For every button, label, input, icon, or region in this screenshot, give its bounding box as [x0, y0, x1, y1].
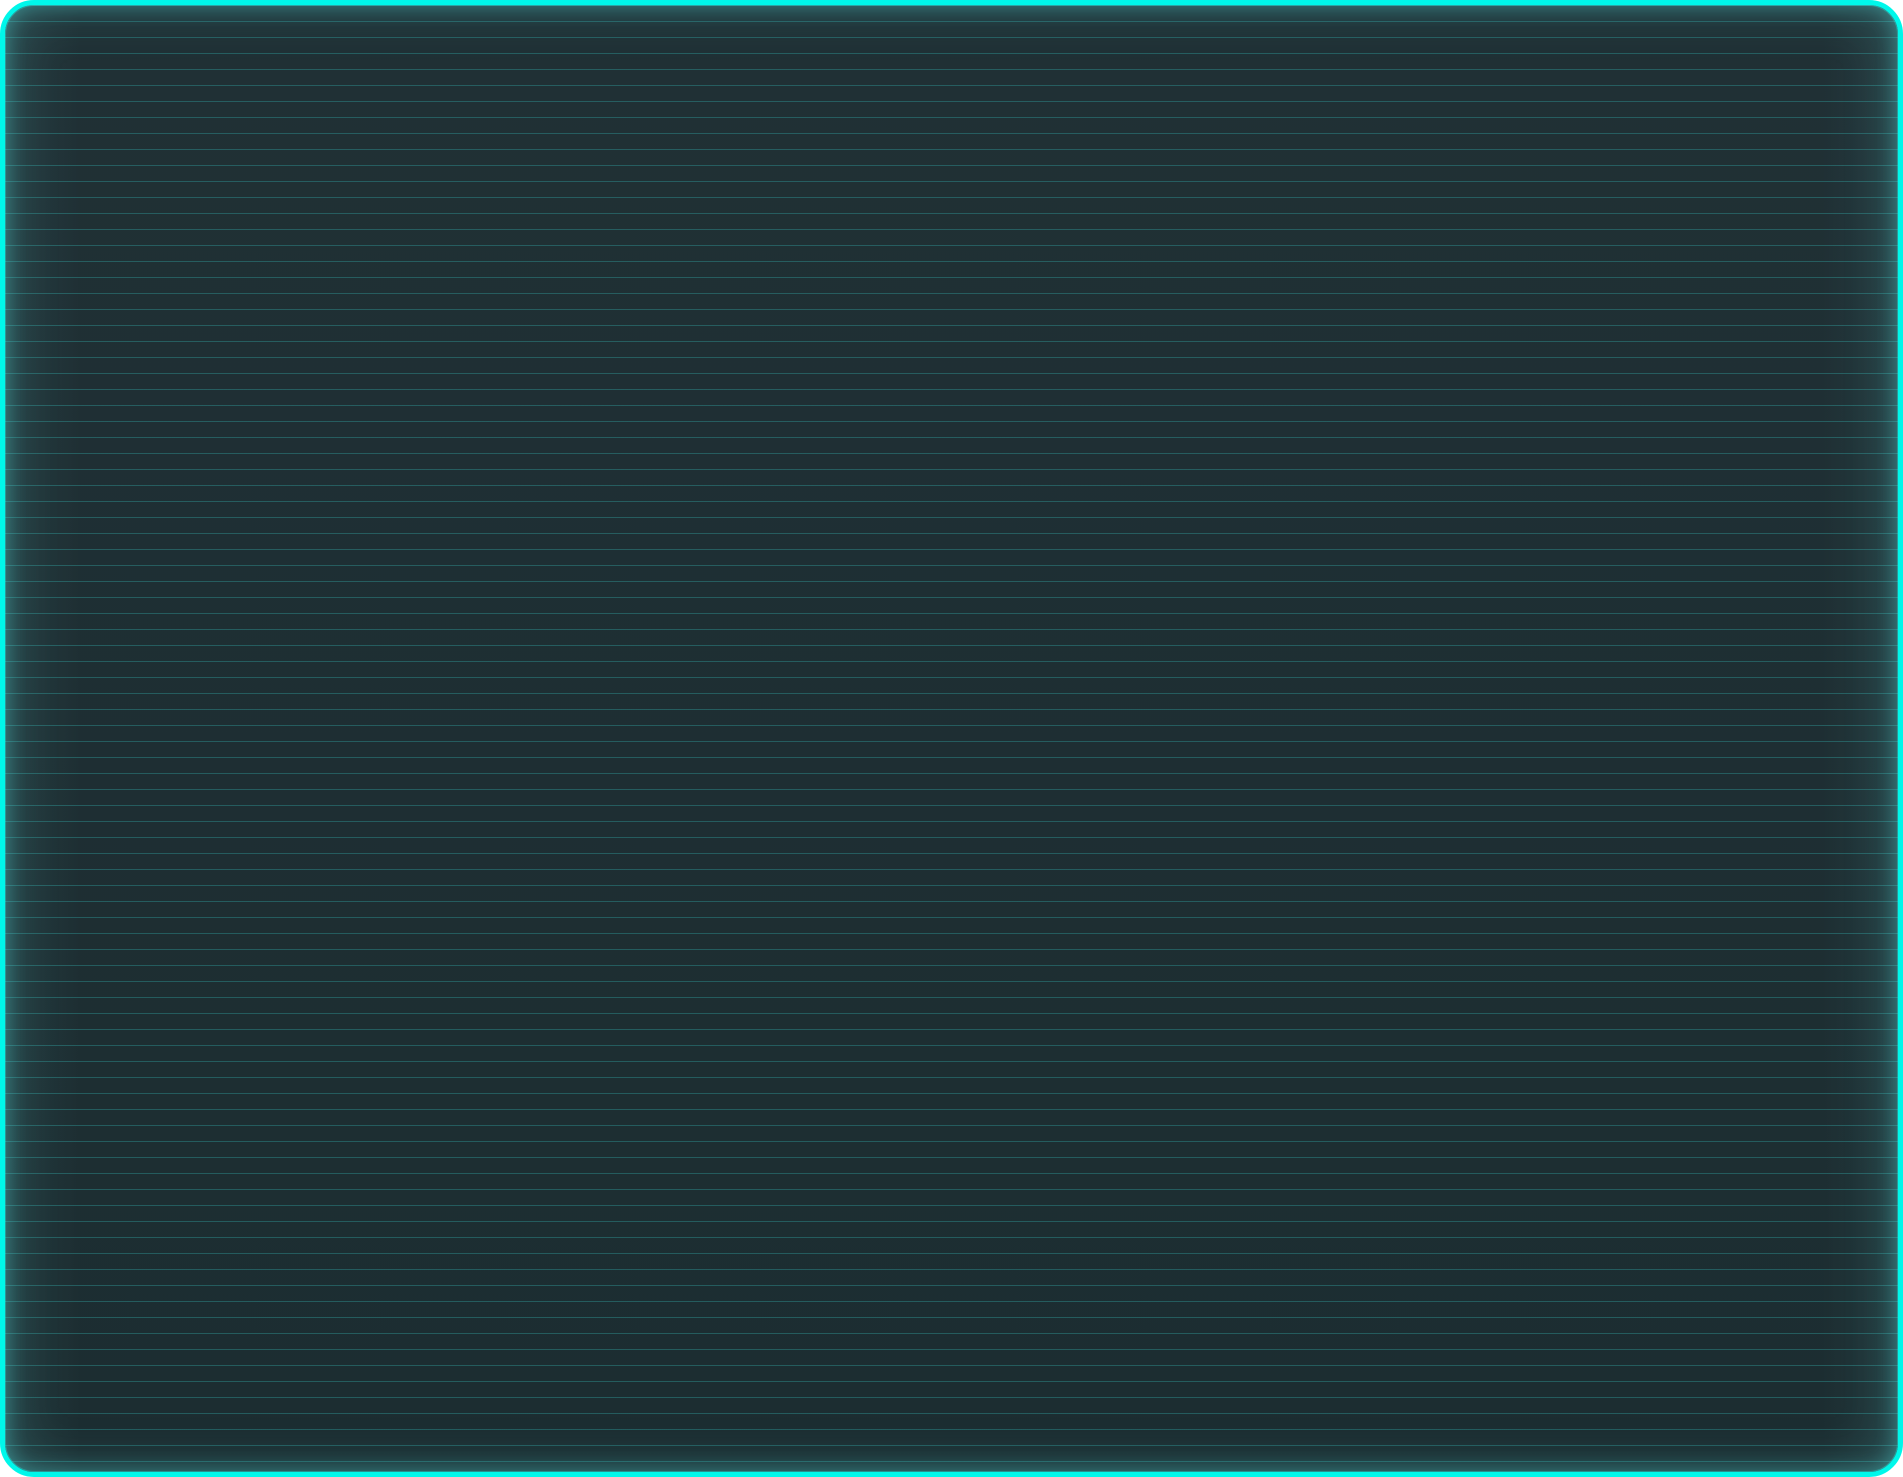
- scanline-overlay: [5, 5, 1898, 1472]
- empty-crt-display-panel: [0, 0, 1903, 1477]
